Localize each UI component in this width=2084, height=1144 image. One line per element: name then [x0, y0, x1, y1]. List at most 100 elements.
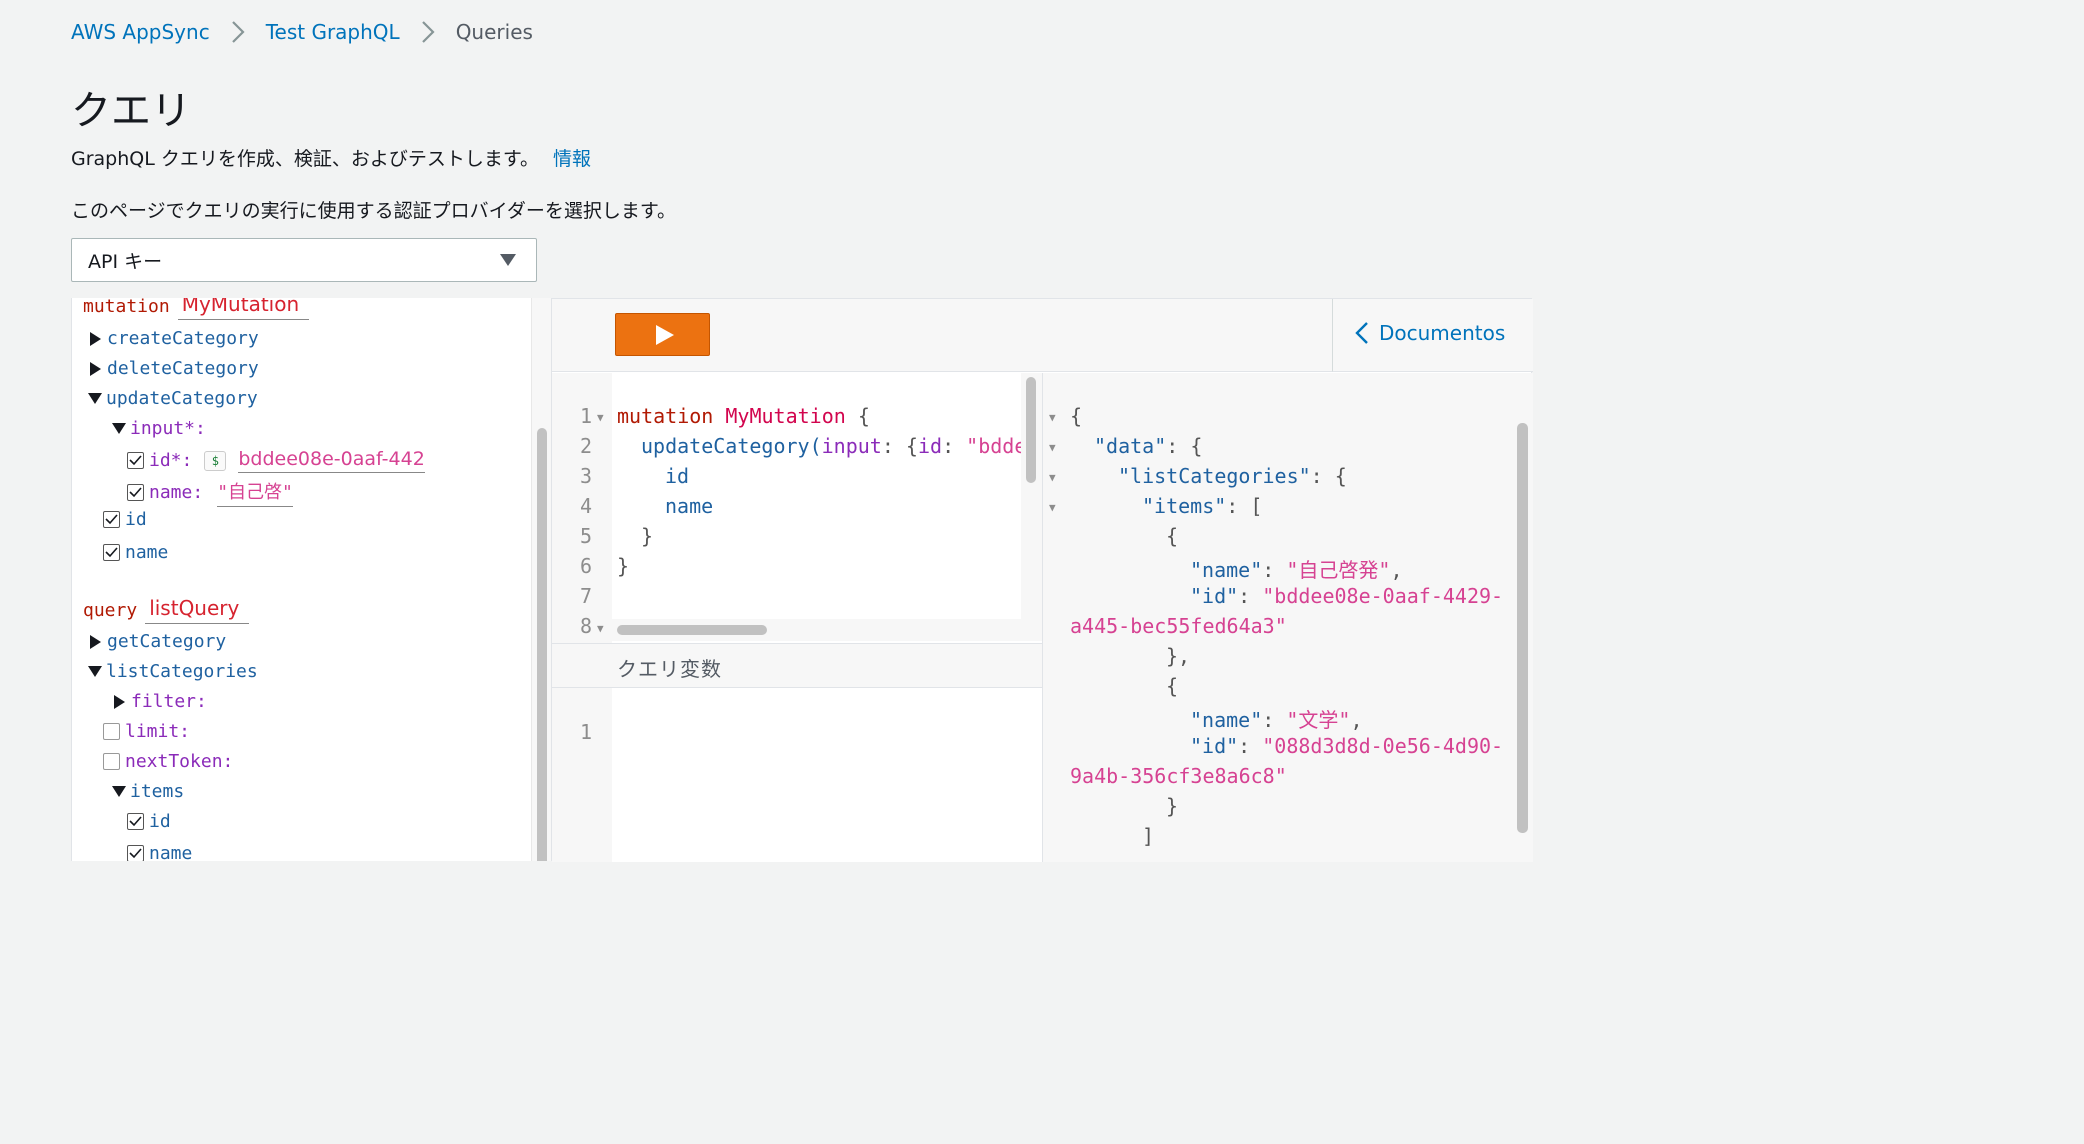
explorer-arg-filter[interactable]: filter:	[114, 691, 207, 712]
fold-arrow-icon[interactable]: ▼	[597, 411, 604, 424]
field-label: name	[149, 843, 193, 861]
explorer-field-getcategory[interactable]: getCategory	[90, 631, 226, 652]
explorer-arg-input[interactable]: input*:	[112, 418, 206, 439]
checkbox-checked[interactable]	[103, 544, 120, 561]
checkbox-checked[interactable]	[127, 845, 144, 861]
explorer-select-name[interactable]: name	[103, 542, 168, 563]
explorer-select-id[interactable]: id	[103, 509, 147, 530]
breadcrumb-test-graphql[interactable]: Test GraphQL	[266, 20, 400, 44]
result-viewer: ▼ ▼ ▼ ▼ { "data": { "listCategories": { …	[1042, 373, 1533, 862]
query-variables-editor[interactable]: 1	[552, 688, 1042, 862]
scroll-thumb[interactable]	[1026, 377, 1036, 483]
checkbox-checked[interactable]	[127, 484, 144, 501]
play-icon	[655, 324, 674, 345]
fold-arrow-icon[interactable]: ▼	[1049, 471, 1056, 484]
field-label: deleteCategory	[107, 358, 259, 379]
result-line: "name": "自己啓発",	[1190, 558, 1403, 582]
query-variables-header[interactable]: クエリ変数	[552, 643, 1042, 688]
fold-arrow-icon[interactable]: ▼	[597, 622, 604, 635]
caret-down-icon	[500, 254, 516, 266]
result-scrollbar[interactable]	[1513, 373, 1533, 862]
code-keyword: mutation	[617, 404, 714, 428]
name-value-input[interactable]: "自己啓"	[217, 478, 293, 507]
expand-right-icon	[90, 634, 101, 649]
code-line-5: }	[641, 524, 654, 548]
chevron-right-icon	[414, 18, 442, 46]
chevron-right-icon	[224, 18, 252, 46]
line-number: 5	[579, 524, 592, 548]
fold-arrow-icon[interactable]: ▼	[1049, 441, 1056, 454]
result-line: "data": {	[1094, 434, 1203, 458]
documentation-button[interactable]: Documentos	[1355, 321, 1505, 345]
explorer-field-createcategory[interactable]: createCategory	[90, 328, 259, 349]
auth-provider-value: API キー	[88, 250, 163, 273]
auth-provider-select[interactable]: API キー	[71, 238, 537, 282]
checkbox-unchecked[interactable]	[103, 753, 120, 770]
query-header: query listQuery	[83, 596, 250, 624]
json-string: "自己啓発"	[1286, 558, 1391, 582]
query-editor-vscroll[interactable]	[1021, 373, 1042, 619]
explorer-arg-name: name: "自己啓"	[127, 478, 293, 507]
json-string: "bddee08e-0aaf-4429-	[1262, 584, 1504, 608]
documentation-label: Documentos	[1379, 321, 1506, 345]
page-description-text: GraphQL クエリを作成、検証、およびテストします。	[71, 148, 539, 170]
json-key: "name"	[1190, 558, 1263, 582]
explorer-items-id[interactable]: id	[127, 811, 171, 832]
code-string: "bdde	[966, 434, 1027, 458]
field-label: id	[125, 509, 147, 530]
checkbox-checked[interactable]	[127, 813, 144, 830]
field-label: listCategories	[106, 661, 258, 682]
result-line: },	[1166, 644, 1191, 668]
page-description: GraphQL クエリを作成、検証、およびテストします。 情報	[71, 144, 591, 171]
scroll-thumb[interactable]	[617, 625, 767, 635]
code-arg: input	[821, 434, 882, 458]
explorer-items-name[interactable]: name	[127, 843, 192, 861]
fold-arrow-icon[interactable]: ▼	[1049, 411, 1056, 424]
line-number: 1	[579, 720, 592, 744]
info-link[interactable]: 情報	[553, 148, 591, 170]
checkbox-checked[interactable]	[127, 452, 144, 469]
query-editor[interactable]: 1 ▼ 2 3 4 5 6 7 8 ▼ mutation MyMutation …	[552, 373, 1042, 643]
graphql-explorer: mutation MyMutation createCategory delet…	[71, 298, 551, 861]
explorer-field-items[interactable]: items	[112, 781, 184, 802]
arg-label: input*:	[130, 418, 206, 439]
result-line: }	[1166, 794, 1179, 818]
breadcrumb-aws-appsync[interactable]: AWS AppSync	[71, 20, 210, 44]
explorer-field-deletecategory[interactable]: deleteCategory	[90, 358, 259, 379]
json-key: "name"	[1190, 708, 1263, 732]
query-editor-hscroll[interactable]	[612, 619, 1042, 641]
arg-label: nextToken:	[125, 751, 234, 772]
result-line: 9a4b-356cf3e8a6c8"	[1070, 764, 1287, 788]
explorer-arg-nexttoken[interactable]: nextToken:	[103, 751, 233, 772]
code-arg: id	[917, 434, 943, 458]
code-operation-name: MyMutation	[725, 404, 846, 428]
result-line: {	[1166, 524, 1179, 548]
code-punct: {	[857, 404, 870, 428]
line-number: 3	[579, 464, 592, 488]
run-query-button[interactable]	[615, 313, 710, 356]
json-key: "listCategories"	[1118, 464, 1311, 488]
page-title: クエリ	[71, 88, 191, 134]
query-variables-title: クエリ変数	[617, 657, 722, 681]
chevron-left-icon	[1355, 321, 1369, 345]
fold-arrow-icon[interactable]: ▼	[1049, 501, 1056, 514]
json-key: "id"	[1190, 584, 1239, 608]
explorer-arg-limit[interactable]: limit:	[103, 721, 190, 742]
explorer-arg-id: id*: $ bddee08e-0aaf-442	[127, 448, 425, 473]
code-punct: :	[942, 434, 967, 458]
mutation-name-input[interactable]: MyMutation	[177, 298, 310, 320]
code-line-3: id	[665, 464, 690, 488]
result-line: ]	[1142, 824, 1155, 848]
checkbox-unchecked[interactable]	[103, 723, 120, 740]
explorer-field-updatecategory[interactable]: updateCategory	[88, 388, 258, 409]
line-number: 7	[579, 584, 592, 608]
variable-toggle-button[interactable]: $	[204, 450, 227, 471]
query-name-input[interactable]: listQuery	[145, 596, 250, 624]
explorer-scrollbar-thumb[interactable]	[537, 428, 547, 861]
scroll-thumb[interactable]	[1517, 423, 1528, 833]
line-number: 6	[579, 554, 592, 578]
explorer-field-listcategories[interactable]: listCategories	[88, 661, 258, 682]
checkbox-checked[interactable]	[103, 511, 120, 528]
id-value-input[interactable]: bddee08e-0aaf-442	[238, 448, 425, 473]
json-string: "文学"	[1286, 708, 1351, 732]
